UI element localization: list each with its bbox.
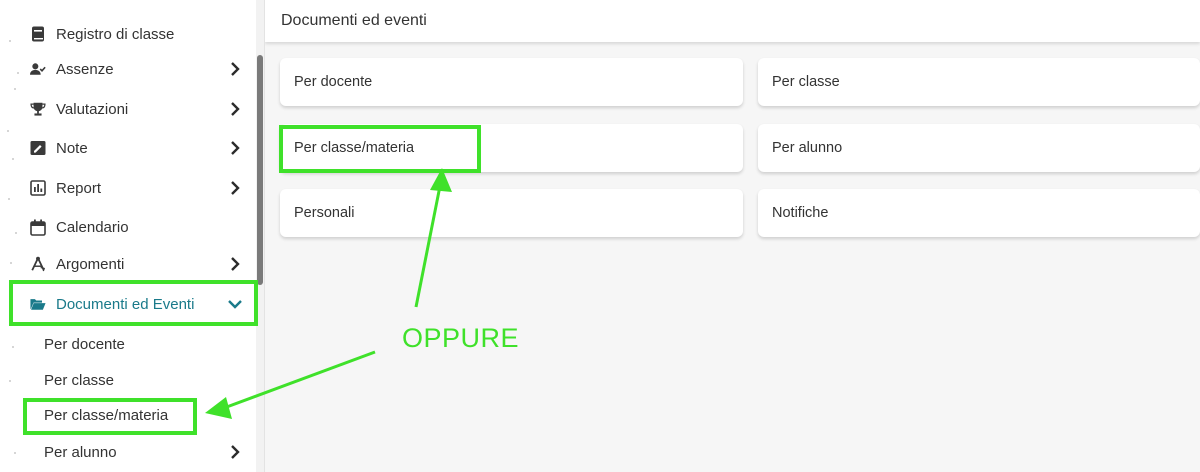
arrow-left-line [223,350,376,410]
annotation-oppure-label: OPPURE [402,323,520,353]
arrow-up-line [414,185,442,308]
annotation-arrows [205,168,452,419]
arrow-up-head [430,168,452,192]
arrow-left-head [205,397,232,419]
